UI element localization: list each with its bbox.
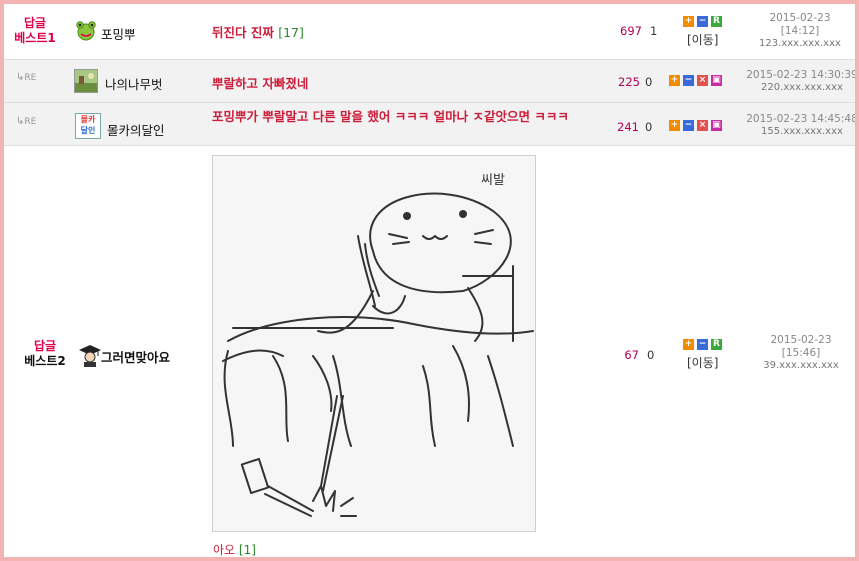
action-icons: + − R — [683, 339, 722, 350]
move-link[interactable]: [이동] — [687, 31, 718, 48]
recommend-count: 1 — [650, 24, 658, 38]
reply-label: RE — [24, 73, 37, 83]
image-text: 씨발 — [481, 173, 505, 188]
plus-icon[interactable]: + — [683, 16, 694, 27]
ip-address: 220.xxx.xxx.xxx — [761, 82, 843, 93]
delete-icon[interactable]: × — [697, 75, 708, 86]
comment-count: [17] — [278, 25, 304, 40]
action-icons: + − × ▣ — [669, 75, 722, 86]
view-count: 241 — [617, 120, 639, 134]
post-date: 2015-02-23 — [770, 334, 832, 346]
plus-icon[interactable]: + — [669, 75, 680, 86]
recommend-count: 0 — [647, 348, 655, 362]
recommend-count: 0 — [645, 75, 653, 89]
best-badge: 답글 베스트2 — [10, 339, 80, 369]
post-time: [14:12] — [780, 25, 820, 37]
plus-icon[interactable]: + — [683, 339, 694, 350]
best-reply-row-1: 답글 베스트1 포밍뿌 뒤진다 진짜 [17] 697 1 + − R [이동] — [4, 4, 855, 60]
delete-icon[interactable]: × — [697, 120, 708, 131]
minus-icon[interactable]: − — [683, 120, 694, 131]
text-avatar-icon: 몰카 달인 — [75, 113, 101, 139]
reply-row-2: ↳RE 몰카 달인 몰카의달인 포밍뿌가 뿌랄말고 다른 말을 했어 ㅋㅋㅋ 얼… — [4, 103, 855, 146]
move-link[interactable]: [이동] — [687, 354, 718, 371]
author-nick[interactable]: 포밍뿌 — [101, 24, 136, 43]
reply-label: RE — [24, 117, 37, 127]
post-subject-link[interactable]: 포밍뿌가 뿌랄말고 다른 말을 했어 ㅋㅋㅋ 얼마나 ㅈ같앗으면 ㅋㅋㅋ — [212, 109, 604, 124]
board-frame: 답글 베스트1 포밍뿌 뒤진다 진짜 [17] 697 1 + − R [이동] — [0, 0, 859, 561]
badge-line: 답글 — [23, 16, 47, 30]
action-icons: + − × ▣ — [669, 120, 722, 131]
post-datetime: 2015-02-23 14:45:48 — [746, 113, 858, 125]
reply-marker: ↳RE — [16, 72, 36, 83]
author-nick[interactable]: 나의나무벗 — [105, 74, 163, 93]
view-count: 225 — [618, 75, 640, 89]
ip-address: 155.xxx.xxx.xxx — [761, 126, 843, 137]
reply-marker: ↳RE — [16, 116, 36, 127]
recommend-icon[interactable]: R — [711, 16, 722, 27]
post-image: 씨발 — [212, 155, 536, 532]
view-count: 697 — [620, 24, 642, 38]
post-date: 2015-02-23 — [769, 12, 831, 24]
minus-icon[interactable]: − — [697, 339, 708, 350]
author-nick[interactable]: 몰카의달인 — [107, 120, 165, 139]
reply-row-1: ↳RE 나의나무벗 뿌랄하고 자빠졌네 225 0 + − × ▣ 2015-0… — [4, 60, 855, 103]
avatar-text: 달인 — [80, 126, 96, 135]
post-subject-link[interactable]: 뿌랄하고 자빠졌네 — [212, 73, 308, 92]
seal-cartoon-drawing: 씨발 — [213, 156, 535, 531]
ip-address: 39.xxx.xxx.xxx — [763, 360, 839, 371]
author-nick[interactable]: 그러면맞아요 — [101, 347, 170, 366]
graduate-avatar-icon — [78, 343, 102, 367]
recommend-icon[interactable]: R — [711, 339, 722, 350]
badge-line: 베스트1 — [14, 31, 56, 45]
plus-icon[interactable]: + — [669, 120, 680, 131]
caption-comment-count: [1] — [238, 543, 256, 557]
badge-line: 답글 — [33, 339, 57, 353]
post-subject-link[interactable]: 뒤진다 진짜 [17] — [212, 22, 304, 41]
minus-icon[interactable]: − — [697, 16, 708, 27]
action-icons: + − R — [683, 16, 722, 27]
badge-line: 베스트2 — [24, 354, 66, 368]
subject-text: 뒤진다 진짜 — [212, 25, 274, 40]
print-icon[interactable]: ▣ — [711, 120, 722, 131]
minus-icon[interactable]: − — [683, 75, 694, 86]
caption-text: 아오 — [213, 543, 236, 557]
post-time: [15:46] — [781, 347, 821, 359]
recommend-count: 0 — [645, 120, 653, 134]
view-count: 67 — [624, 348, 639, 362]
avatar-text: 몰카 — [80, 115, 96, 124]
landscape-avatar-icon — [74, 69, 98, 93]
image-caption[interactable]: 아오 [1] — [213, 541, 256, 557]
best-badge: 답글 베스트1 — [4, 16, 66, 46]
print-icon[interactable]: ▣ — [711, 75, 722, 86]
post-datetime: 2015-02-23 14:30:39 — [746, 69, 858, 81]
ip-address: 123.xxx.xxx.xxx — [759, 38, 841, 49]
frog-avatar-icon — [74, 19, 98, 43]
